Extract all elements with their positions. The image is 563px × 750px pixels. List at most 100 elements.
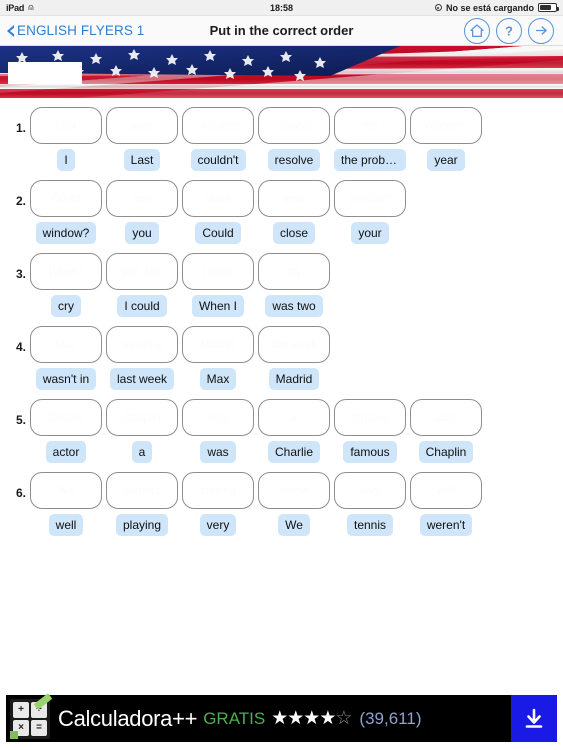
word-tile[interactable]: cry: [51, 295, 81, 317]
word-tile[interactable]: you: [125, 222, 159, 244]
word-tile[interactable]: tennis: [346, 514, 394, 536]
word-tile[interactable]: Max: [199, 368, 237, 390]
answer-slot[interactable]: famous: [334, 399, 406, 436]
slot-ghost-text: Chaplin: [123, 411, 161, 424]
slot-ghost-text: I could: [201, 265, 235, 278]
answer-slot[interactable]: Could: [30, 180, 102, 217]
answer-slot[interactable]: cry: [258, 253, 330, 290]
answer-slot[interactable]: I could: [182, 253, 254, 290]
battery-icon: [538, 3, 559, 12]
usa-flag-banner: [0, 46, 563, 98]
word-tile[interactable]: actor: [45, 441, 87, 463]
charging-status-text: No se está cargando: [445, 2, 534, 13]
answer-slot[interactable]: a: [258, 399, 330, 436]
ad-download-button[interactable]: [511, 695, 557, 742]
ad-banner: + ÷ × = Calculadora++ GRATIS ★★★★ ☆ (39,…: [0, 690, 563, 750]
word-tile-group: wasn't in last week Max Madrid: [30, 368, 563, 390]
exercise-list: 1. Last year I couldn't resolve the prob…: [0, 98, 563, 536]
next-button[interactable]: [528, 17, 554, 44]
word-tile[interactable]: wasn't in: [35, 368, 97, 390]
ad-clickable-area[interactable]: + ÷ × = Calculadora++ GRATIS ★★★★ ☆ (39,…: [6, 692, 511, 742]
word-tile[interactable]: year: [427, 149, 465, 171]
word-tile[interactable]: playing: [115, 514, 169, 536]
slot-ghost-text: actor: [433, 411, 459, 424]
answer-slot[interactable]: was two: [106, 253, 178, 290]
answer-slot[interactable]: tennis: [258, 472, 330, 509]
answer-slot-group: When I was two I could cry: [30, 253, 563, 290]
answer-slot[interactable]: Last: [30, 107, 102, 144]
word-tile[interactable]: We: [278, 514, 310, 536]
answer-slot[interactable]: last week: [258, 326, 330, 363]
answer-slot[interactable]: well: [410, 472, 482, 509]
flag-white-label-box: [8, 62, 82, 84]
flag-graphic: [0, 46, 563, 98]
word-tile[interactable]: your: [351, 222, 389, 244]
answer-slot[interactable]: year: [106, 107, 178, 144]
home-button[interactable]: [464, 17, 490, 44]
word-tile[interactable]: resolve: [267, 149, 321, 171]
slot-ghost-text: Last: [55, 119, 77, 132]
word-tile[interactable]: famous: [343, 441, 397, 463]
word-tile[interactable]: well: [48, 514, 84, 536]
word-tile[interactable]: close: [272, 222, 315, 244]
word-tile[interactable]: a: [131, 441, 153, 463]
device-label: iPad: [6, 2, 25, 13]
word-tile[interactable]: I could: [117, 295, 167, 317]
answer-slot[interactable]: actor: [410, 399, 482, 436]
answer-slot[interactable]: very: [334, 472, 406, 509]
slot-ghost-text: When I: [48, 265, 84, 278]
answer-slot[interactable]: weren't: [106, 472, 178, 509]
answer-slot[interactable]: When I: [30, 253, 102, 290]
answer-slot[interactable]: the: [334, 107, 406, 144]
word-tile[interactable]: couldn't: [190, 149, 246, 171]
word-tile[interactable]: weren't: [419, 514, 473, 536]
slot-ghost-text: Madrid: [201, 338, 235, 351]
ios-status-bar: iPad ⍝ 18:58 No se está cargando: [0, 0, 563, 16]
answer-slot[interactable]: Max: [30, 326, 102, 363]
download-icon: [525, 708, 543, 728]
slot-ghost-text: last week: [271, 338, 317, 351]
answer-slot[interactable]: resolve: [258, 107, 330, 144]
help-button[interactable]: ?: [496, 17, 522, 44]
slot-ghost-text: well: [436, 484, 456, 497]
back-button[interactable]: ENGLISH FLYERS 1: [0, 23, 144, 38]
word-tile-group: window? you Could close your: [30, 222, 563, 244]
row-body: When I was two I could cry cry I could W…: [30, 253, 563, 317]
row-body: Charlie Chaplin was a famous actor actor…: [30, 399, 563, 463]
answer-slot[interactable]: window?: [334, 180, 406, 217]
answer-slot[interactable]: problem: [410, 107, 482, 144]
word-tile[interactable]: the probl…: [334, 149, 406, 171]
answer-slot-group: Could you close your window?: [30, 180, 563, 217]
word-tile[interactable]: Chaplin: [418, 441, 474, 463]
answer-slot[interactable]: was: [182, 399, 254, 436]
row-body: Last year I couldn't resolve the problem…: [30, 107, 563, 171]
word-tile[interactable]: was two: [265, 295, 323, 317]
slot-ghost-text: I couldn't: [196, 119, 240, 132]
answer-slot[interactable]: you: [106, 180, 178, 217]
answer-slot[interactable]: I couldn't: [182, 107, 254, 144]
word-tile[interactable]: I: [57, 149, 75, 171]
answer-slot[interactable]: wasn't in: [106, 326, 178, 363]
answer-slot[interactable]: close: [182, 180, 254, 217]
slot-ghost-text: your: [283, 192, 305, 205]
word-tile[interactable]: was: [200, 441, 236, 463]
answer-slot[interactable]: your: [258, 180, 330, 217]
answer-slot[interactable]: Madrid: [182, 326, 254, 363]
navigation-bar: ENGLISH FLYERS 1 Put in the correct orde…: [0, 16, 563, 46]
answer-slot[interactable]: Chaplin: [106, 399, 178, 436]
word-tile[interactable]: window?: [35, 222, 97, 244]
answer-slot[interactable]: We: [30, 472, 102, 509]
word-tile[interactable]: Charlie: [267, 441, 320, 463]
answer-slot[interactable]: Charlie: [30, 399, 102, 436]
word-tile[interactable]: Last: [123, 149, 161, 171]
word-tile-group: well playing very We tennis weren't: [30, 514, 563, 536]
answer-slot[interactable]: playing: [182, 472, 254, 509]
word-tile[interactable]: Madrid: [268, 368, 320, 390]
word-tile[interactable]: When I: [191, 295, 244, 317]
word-tile[interactable]: very: [199, 514, 237, 536]
word-tile[interactable]: Could: [195, 222, 241, 244]
exercise-row: 6. We weren't playing tennis very well w…: [0, 472, 563, 536]
word-tile[interactable]: last week: [109, 368, 175, 390]
slot-ghost-text: problem: [426, 119, 466, 132]
exercise-row: 4. Max wasn't in Madrid last week wasn't…: [0, 326, 563, 390]
